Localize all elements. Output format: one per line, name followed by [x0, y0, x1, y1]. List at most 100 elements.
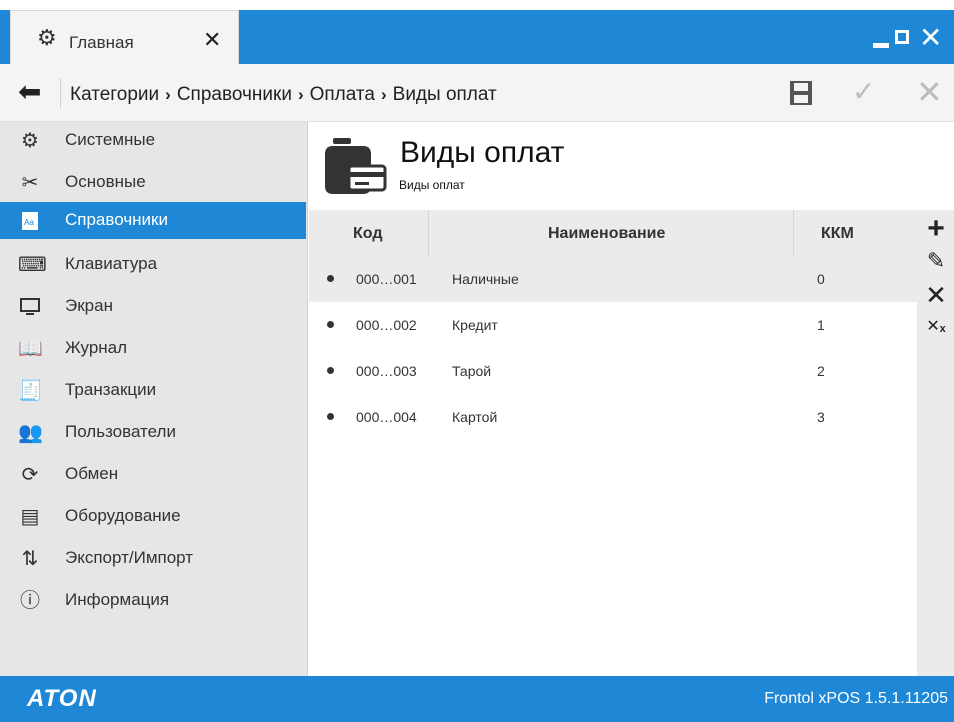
cell-name: Наличные [452, 271, 519, 287]
cancel-icon[interactable]: ✕ [916, 76, 943, 108]
cell-kkm: 1 [817, 317, 825, 333]
table-row[interactable]: 000…004 Картой 3 [309, 394, 917, 440]
record-toolbar: + ✎ ✕ ✕ₓ [917, 210, 954, 676]
users-icon: 👥 [18, 422, 43, 444]
sidebar-item-keyboard[interactable]: ⌨ Клавиатура [0, 246, 306, 283]
delete-all-icon[interactable]: ✕ₓ [923, 314, 949, 340]
sidebar-item-label: Информация [65, 590, 170, 609]
breadcrumb-bar: ⬅ Категории › Справочники › Оплата › Виды опла… [0, 64, 954, 122]
column-header-code[interactable]: Код [353, 225, 382, 243]
tab-label: Главная [69, 33, 134, 52]
sidebar-item-label: Экран [65, 296, 113, 315]
breadcrumb-item-categories[interactable]: Категории [70, 84, 159, 105]
sidebar-item-system[interactable]: ⚙ Системные [0, 122, 306, 159]
svg-text:Aa: Aa [24, 218, 34, 227]
sidebar-item-basic[interactable]: ✂ Основные [0, 164, 306, 201]
sidebar-item-export-import[interactable]: ⇅ Экспорт/Импорт [0, 540, 306, 577]
sidebar-item-label: Оборудование [65, 506, 181, 525]
reference-book-icon: Aa [18, 209, 42, 233]
table-row[interactable]: 000…003 Тарой 2 [309, 348, 917, 394]
sidebar-item-exchange[interactable]: ⟳ Обмен [0, 456, 306, 493]
chevron-right-icon: › [165, 85, 171, 104]
column-divider [428, 210, 429, 256]
row-bullet [327, 321, 334, 328]
cell-kkm: 0 [817, 271, 825, 287]
sidebar-item-info[interactable]: ⓘ Информация [0, 582, 306, 619]
sidebar-item-label: Справочники [65, 210, 168, 229]
cell-code: 000…004 [356, 409, 417, 425]
sidebar: ⚙ Системные ✂ Основные Aa Справочники ⌨ … [0, 122, 308, 676]
sidebar-item-label: Экспорт/Импорт [65, 548, 194, 567]
breadcrumb-item-payment[interactable]: Оплата [310, 84, 375, 105]
title-bar: ⚙ Главная ✕ ✕ [0, 0, 954, 64]
sidebar-item-label: Транзакции [65, 380, 157, 399]
tab-main[interactable]: ⚙ Главная ✕ [10, 10, 239, 64]
page-title: Виды оплат [400, 136, 565, 169]
top-band [0, 0, 954, 10]
add-icon[interactable]: + [923, 214, 949, 244]
sidebar-item-label: Основные [65, 172, 146, 191]
monitor-icon [18, 295, 42, 319]
info-icon: ⓘ [20, 590, 40, 612]
confirm-check-icon[interactable]: ✓ [852, 78, 875, 106]
row-bullet [327, 413, 334, 420]
divider [60, 78, 61, 108]
cell-kkm: 2 [817, 363, 825, 379]
breadcrumb-item-references[interactable]: Справочники [177, 84, 292, 105]
gears-icon: ⚙ [21, 130, 39, 152]
delete-icon[interactable]: ✕ [923, 282, 949, 308]
row-bullet [327, 275, 334, 282]
save-icon[interactable] [789, 80, 813, 106]
sidebar-item-label: Пользователи [65, 422, 176, 441]
page-subtitle: Виды оплат [399, 178, 465, 192]
version-label: Frontol xPOS 1.5.1.11205 [764, 690, 948, 707]
cell-code: 000…003 [356, 363, 417, 379]
chevron-right-icon: › [380, 85, 387, 104]
sidebar-item-screen[interactable]: Экран [0, 288, 306, 325]
gear-icon: ⚙ [37, 25, 57, 50]
breadcrumb-item-payment-types: Виды оплат [392, 84, 497, 105]
minimize-button[interactable] [873, 43, 889, 48]
column-header-kkm[interactable]: ККМ [821, 225, 854, 243]
sidebar-item-label: Журнал [65, 338, 128, 357]
sidebar-item-equipment[interactable]: ▤ Оборудование [0, 498, 306, 535]
edit-pencil-icon[interactable]: ✎ [923, 248, 949, 274]
chevron-right-icon: › [297, 85, 304, 104]
open-book-icon: 📖 [18, 338, 43, 360]
payment-types-table: Код Наименование ККМ 000…001 Наличные 0 … [309, 210, 917, 676]
sync-icon: ⟳ [21, 464, 39, 486]
table-row[interactable]: 000…001 Наличные 0 [309, 256, 917, 302]
receipt-icon: 🧾 [18, 380, 43, 402]
cell-code: 000…001 [356, 271, 417, 287]
export-import-icon: ⇅ [21, 548, 39, 570]
row-bullet [327, 367, 334, 374]
tools-icon: ✂ [21, 172, 39, 194]
cell-name: Тарой [452, 363, 492, 379]
window-close-button[interactable]: ✕ [919, 24, 942, 52]
keyboard-icon: ⌨ [18, 254, 47, 276]
cash-register-icon: ▤ [20, 506, 40, 528]
cell-name: Кредит [452, 317, 498, 333]
wallet-card-icon [325, 138, 387, 194]
sidebar-item-journal[interactable]: 📖 Журнал [0, 330, 306, 367]
sidebar-item-transactions[interactable]: 🧾 Транзакции [0, 372, 306, 409]
aton-logo: ATON [27, 685, 97, 712]
back-arrow-icon[interactable]: ⬅ [18, 78, 41, 106]
sidebar-item-references[interactable]: Aa Справочники [0, 202, 306, 239]
cell-kkm: 3 [817, 409, 825, 425]
column-header-name[interactable]: Наименование [548, 225, 665, 243]
sidebar-item-label: Обмен [65, 464, 119, 483]
cell-code: 000…002 [356, 317, 417, 333]
sidebar-item-users[interactable]: 👥 Пользователи [0, 414, 306, 451]
cell-name: Картой [452, 409, 498, 425]
breadcrumb: Категории › Справочники › Оплата › Виды оплат [70, 84, 497, 106]
status-bar: ATON Frontol xPOS 1.5.1.11205 [0, 676, 954, 722]
sidebar-item-label: Системные [65, 130, 156, 149]
maximize-button[interactable] [895, 30, 909, 44]
main-content: Виды оплат Виды оплат Код Наименование К… [309, 122, 954, 676]
tab-close-icon[interactable]: ✕ [203, 29, 221, 51]
column-divider [793, 210, 794, 256]
sidebar-item-label: Клавиатура [65, 254, 158, 273]
table-header: Код Наименование ККМ [309, 210, 917, 256]
table-row[interactable]: 000…002 Кредит 1 [309, 302, 917, 348]
